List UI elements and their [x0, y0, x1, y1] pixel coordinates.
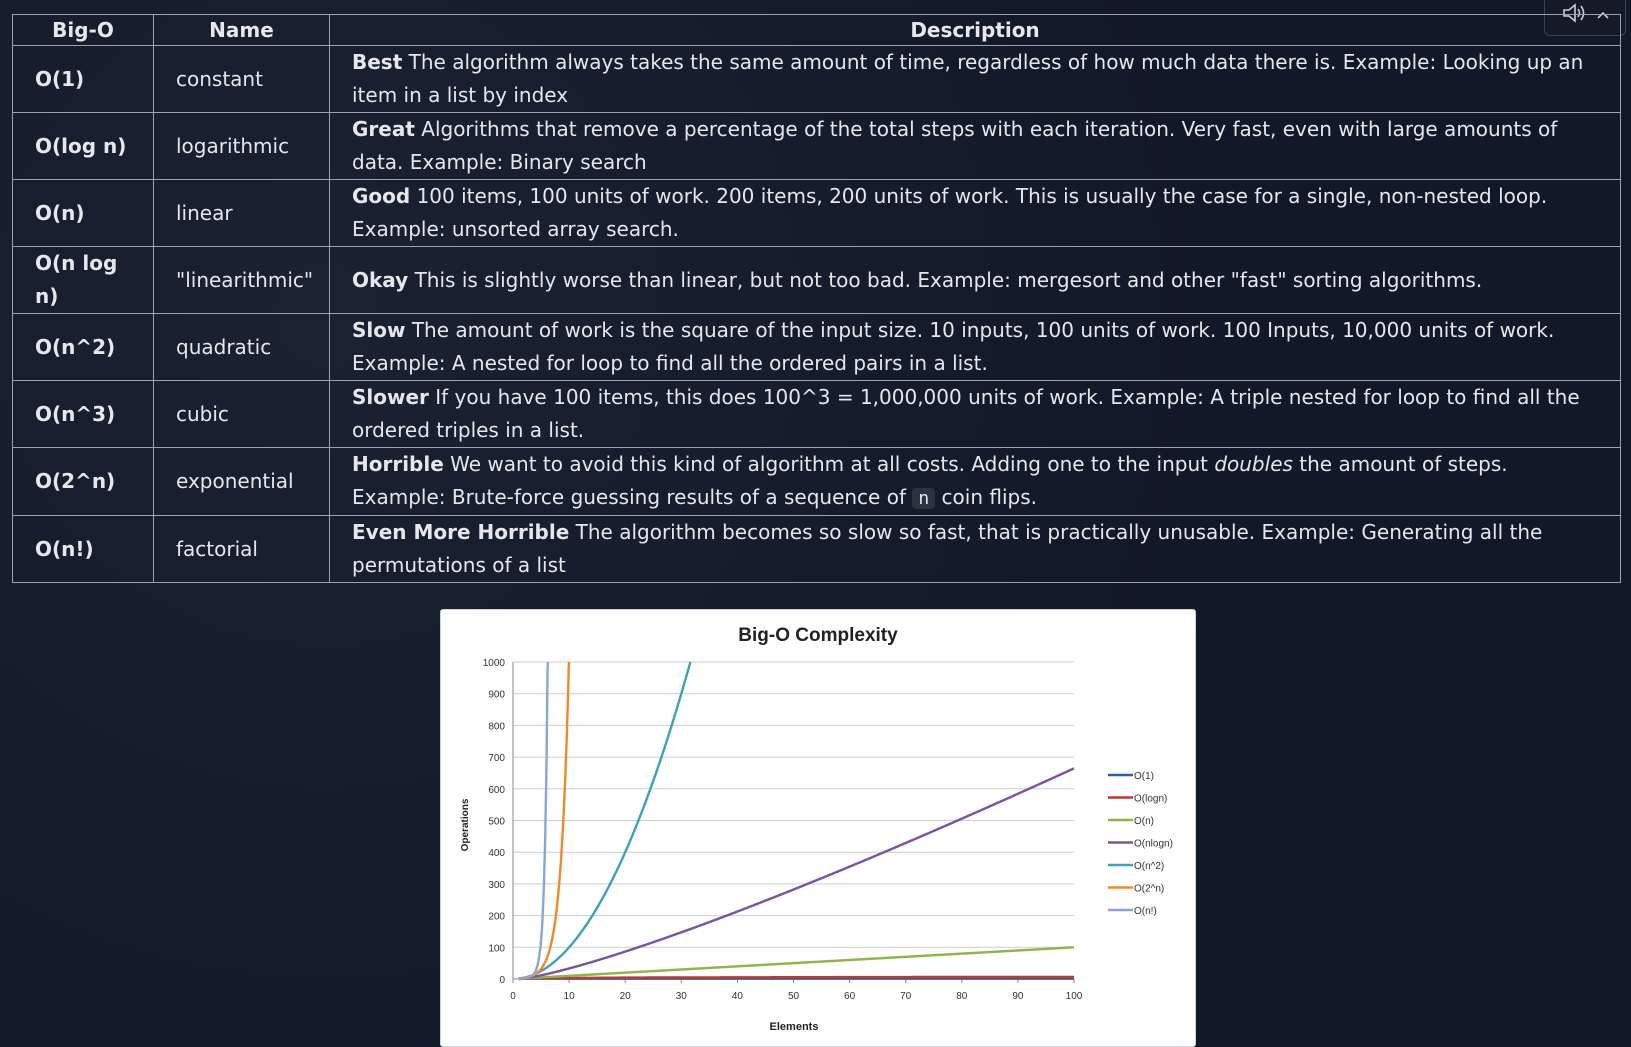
- inline-code: n: [912, 488, 936, 509]
- cell-big-o: O(n): [12, 179, 154, 247]
- table-row: O(n log n) "linearithmic" Okay This is s…: [12, 246, 1621, 314]
- table-row: O(log n) logarithmic Great Algorithms th…: [12, 112, 1621, 180]
- cell-name: "linearithmic": [153, 246, 330, 314]
- cell-big-o: O(1): [12, 45, 154, 113]
- x-axis-label: Elements: [770, 1021, 819, 1033]
- y-tick-label: 400: [488, 848, 505, 859]
- cell-description: Best The algorithm always takes the same…: [329, 45, 1621, 113]
- table-header-row: Big-O Name Description: [12, 14, 1621, 46]
- cell-big-o: O(log n): [12, 112, 154, 180]
- x-tick-label: 40: [732, 991, 744, 1002]
- y-tick-label: 300: [488, 880, 505, 891]
- legend-entry: O(nlogn): [1134, 839, 1173, 850]
- cell-name: linear: [153, 179, 330, 247]
- cell-description: Slower If you have 100 items, this does …: [329, 380, 1621, 448]
- y-axis-label: Operations: [460, 798, 471, 851]
- header-name: Name: [153, 14, 330, 46]
- rating-label: Best: [352, 50, 403, 74]
- cell-name: cubic: [153, 380, 330, 448]
- y-tick-label: 0: [499, 975, 505, 986]
- table-row: O(n) linear Good 100 items, 100 units of…: [12, 179, 1621, 247]
- description-text: We want to avoid this kind of algorithm …: [443, 452, 1215, 476]
- header-description: Description: [329, 14, 1621, 46]
- big-o-table: Big-O Name Description O(1) constant Bes…: [12, 14, 1621, 583]
- x-tick-label: 90: [1012, 991, 1024, 1002]
- cell-description: Slow The amount of work is the square of…: [329, 313, 1621, 381]
- legend-entry: O(1): [1134, 771, 1154, 782]
- x-tick-label: 10: [564, 991, 576, 1002]
- y-tick-label: 1000: [483, 658, 506, 669]
- description-text: This is slightly worse than linear, but …: [408, 267, 1483, 292]
- description-text: coin flips.: [935, 485, 1037, 509]
- cell-big-o: O(n^3): [12, 380, 154, 448]
- rating-label: Slow: [352, 318, 406, 342]
- table-row: O(n^2) quadratic Slow The amount of work…: [12, 313, 1621, 381]
- cell-big-o: O(n^2): [12, 313, 154, 381]
- x-tick-label: 0: [510, 991, 516, 1002]
- table-row: O(n^3) cubic Slower If you have 100 item…: [12, 380, 1621, 448]
- x-tick-label: 70: [900, 991, 912, 1002]
- y-tick-label: 700: [488, 753, 505, 764]
- x-tick-label: 30: [676, 991, 688, 1002]
- legend-entry: O(n^2): [1134, 861, 1164, 872]
- x-tick-label: 20: [620, 991, 632, 1002]
- y-tick-label: 100: [488, 943, 505, 954]
- table-row: O(n!) factorial Even More Horrible The a…: [12, 515, 1621, 583]
- y-tick-label: 800: [488, 721, 505, 732]
- x-tick-label: 50: [788, 991, 800, 1002]
- cell-name: logarithmic: [153, 112, 330, 180]
- rating-label: Okay: [352, 267, 409, 292]
- legend-entry: O(n): [1134, 816, 1154, 827]
- cell-name: factorial: [153, 515, 330, 583]
- x-tick-label: 60: [844, 991, 856, 1002]
- cell-big-o: O(n log n): [12, 246, 154, 314]
- cell-name: constant: [153, 45, 330, 113]
- table-row: O(1) constant Best The algorithm always …: [12, 45, 1621, 113]
- description-text: 100 items, 100 units of work. 200 items,…: [352, 184, 1548, 241]
- x-tick-label: 80: [956, 991, 968, 1002]
- description-text: The amount of work is the square of the …: [352, 318, 1555, 375]
- description-emphasis: doubles: [1214, 452, 1293, 476]
- cell-description: Even More Horrible The algorithm becomes…: [329, 515, 1621, 583]
- legend-entry: O(2^n): [1134, 884, 1164, 895]
- header-big-o: Big-O: [12, 14, 154, 46]
- legend-entry: O(n!): [1134, 906, 1157, 917]
- rating-label: Even More Horrible: [352, 520, 570, 544]
- chart-title: Big-O Complexity: [738, 625, 898, 646]
- rating-label: Good: [352, 184, 411, 208]
- big-o-chart-image: Big-O Complexity Elements Operations 0 10…: [440, 609, 1196, 1047]
- rating-label: Horrible: [352, 452, 444, 476]
- y-tick-label: 900: [488, 690, 505, 701]
- cell-big-o: O(n!): [12, 515, 154, 583]
- cell-big-o: O(2^n): [12, 447, 154, 516]
- y-tick-label: 600: [488, 785, 505, 796]
- series-line: [518, 946, 1074, 980]
- cell-description: Okay This is slightly worse than linear,…: [329, 246, 1621, 314]
- cell-name: quadratic: [153, 313, 330, 381]
- cell-description: Horrible We want to avoid this kind of a…: [329, 447, 1621, 516]
- table-row: O(2^n) exponential Horrible We want to a…: [12, 447, 1621, 516]
- big-o-chart: Big-O Complexity Elements Operations 0 10…: [460, 625, 1173, 1033]
- rating-label: Great: [352, 117, 415, 141]
- x-tick-label: 100: [1066, 991, 1083, 1002]
- description-text: The algorithm always takes the same amou…: [352, 50, 1584, 107]
- description-text: If you have 100 items, this does 100^3 =…: [352, 385, 1580, 442]
- cell-description: Good 100 items, 100 units of work. 200 i…: [329, 179, 1621, 247]
- cell-description: Great Algorithms that remove a percentag…: [329, 112, 1621, 180]
- y-tick-label: 200: [488, 912, 505, 923]
- rating-label: Slower: [352, 385, 429, 409]
- y-tick-label: 500: [488, 817, 505, 828]
- legend-entry: O(logn): [1134, 794, 1167, 805]
- cell-name: exponential: [153, 447, 330, 516]
- description-text: Algorithms that remove a percentage of t…: [352, 117, 1558, 174]
